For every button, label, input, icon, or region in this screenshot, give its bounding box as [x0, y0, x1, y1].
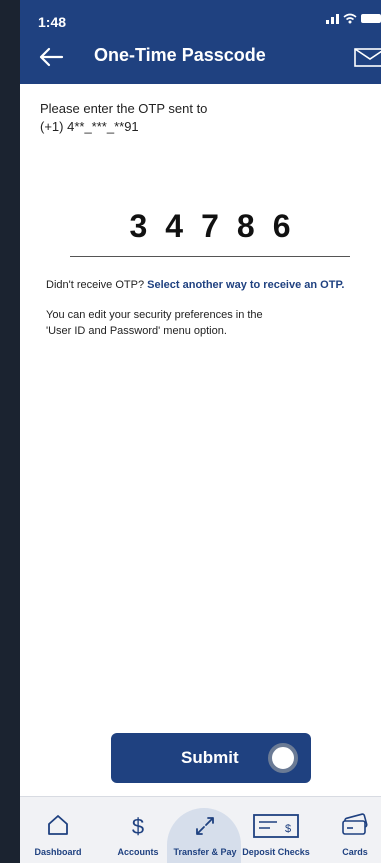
card-icon	[342, 813, 368, 835]
status-time: 1:48	[38, 14, 67, 30]
dollar-icon: $	[132, 814, 144, 839]
transfer-arrows-icon	[196, 817, 214, 835]
preferences-line-2: 'User ID and Password' menu option.	[46, 325, 227, 337]
masked-phone-number: (+1) 4**_***_**91	[40, 119, 139, 134]
nav-label-dashboard: Dashboard	[34, 847, 82, 857]
security-preferences-note: You can edit your security preferences i…	[46, 307, 326, 339]
signal-icon	[326, 12, 339, 24]
select-another-way-link[interactable]: Select another way to receive an OTP.	[147, 279, 344, 291]
page-title: One-Time Passcode	[94, 45, 266, 65]
nav-label-cards: Cards	[342, 847, 368, 857]
status-icons	[326, 12, 381, 24]
home-icon	[48, 815, 68, 835]
svg-text:$: $	[285, 823, 291, 835]
submit-label: Submit	[181, 748, 239, 767]
otp-instruction: Please enter the OTP sent to (+1) 4**_**…	[40, 100, 207, 136]
nav-transfer-pay[interactable]: Transfer & Pay	[169, 797, 241, 863]
wifi-icon	[343, 13, 357, 23]
phone-screen: 1:48 One-Time Passcode Please enter the …	[20, 0, 381, 863]
otp-input[interactable]: 34786	[70, 208, 350, 257]
nav-dashboard[interactable]: Dashboard	[22, 797, 94, 863]
resend-otp-text: Didn't receive OTP? Select another way t…	[46, 279, 344, 291]
instruction-line-1: Please enter the OTP sent to	[40, 101, 208, 116]
nav-deposit-checks[interactable]: $ Deposit Checks	[240, 797, 312, 863]
otp-value: 34786	[129, 208, 309, 244]
back-arrow-icon[interactable]	[36, 42, 66, 72]
check-icon: $	[253, 814, 299, 838]
svg-text:$: $	[132, 814, 144, 839]
nav-label-accounts: Accounts	[117, 847, 159, 857]
battery-icon	[361, 13, 381, 23]
submit-button[interactable]: Submit	[111, 733, 311, 783]
nav-label-transfer-pay: Transfer & Pay	[173, 847, 237, 857]
bottom-nav: Dashboard $ Accounts Transfer & Pay $ De…	[20, 796, 381, 863]
app-header: 1:48 One-Time Passcode	[20, 0, 381, 84]
nav-accounts[interactable]: $ Accounts	[102, 797, 174, 863]
nav-cards[interactable]: Cards	[319, 797, 381, 863]
resend-prefix: Didn't receive OTP?	[46, 279, 145, 291]
touch-cursor	[268, 743, 298, 773]
nav-label-deposit-checks: Deposit Checks	[242, 847, 310, 857]
preferences-line-1: You can edit your security preferences i…	[46, 309, 263, 321]
mail-icon[interactable]	[353, 46, 381, 68]
